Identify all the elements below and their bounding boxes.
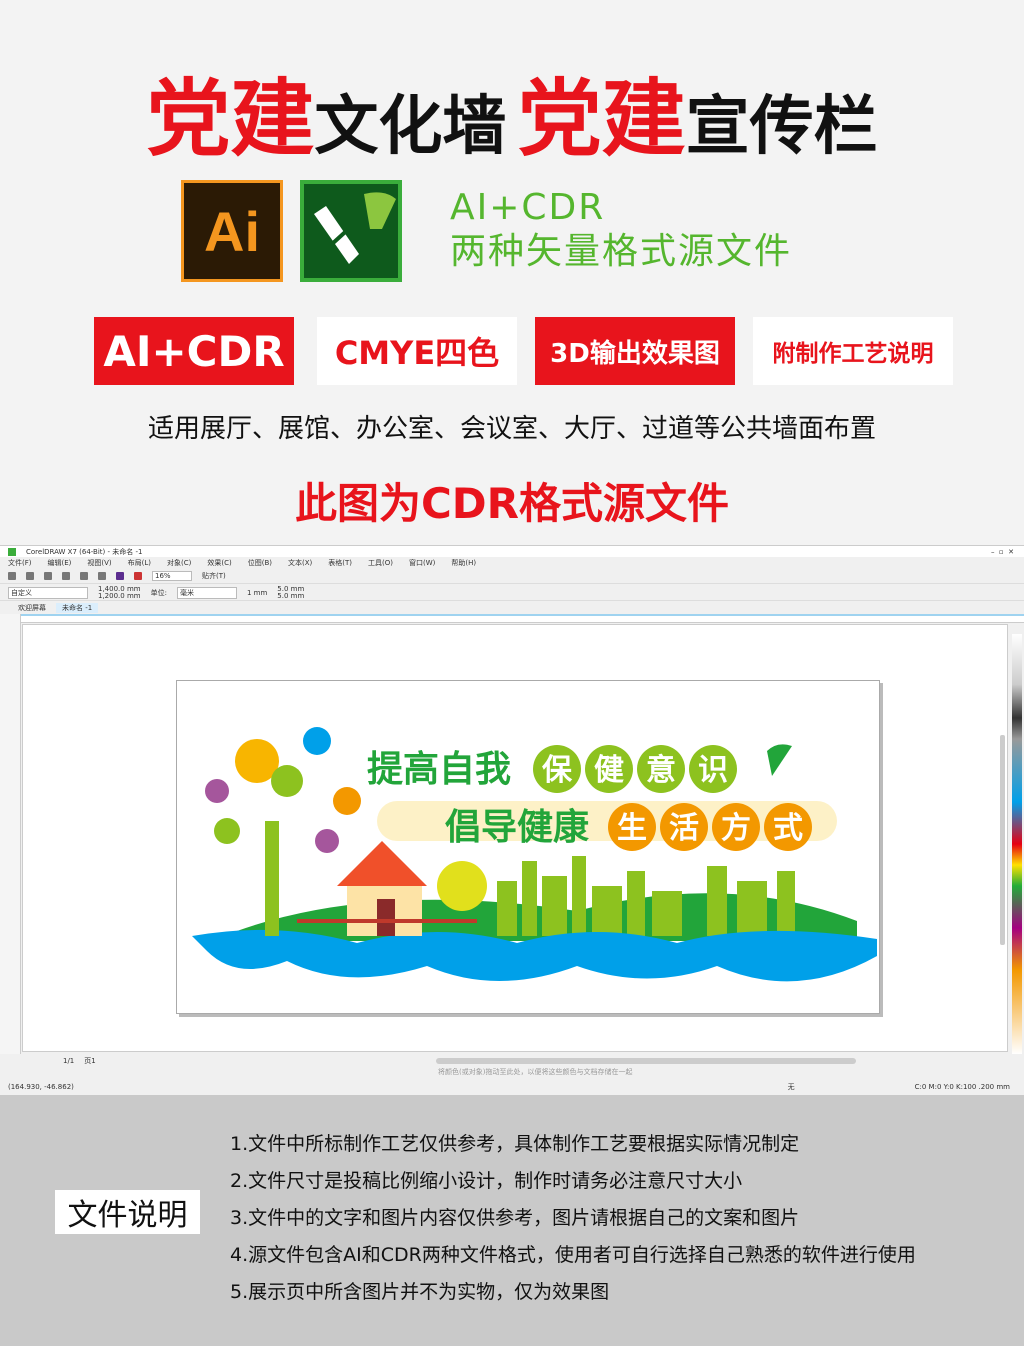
- unit-select[interactable]: 毫米: [176, 586, 237, 599]
- menu-object[interactable]: 对象(C): [167, 558, 191, 568]
- badge-3d: 3D输出效果图: [535, 317, 735, 385]
- format-info: AI+CDR 两种矢量格式源文件: [450, 186, 792, 274]
- new-icon[interactable]: [8, 572, 16, 580]
- undo-icon[interactable]: [80, 572, 88, 580]
- title-part: 宣传栏: [685, 90, 878, 164]
- corel-connect-icon[interactable]: [116, 572, 124, 580]
- open-icon[interactable]: [26, 572, 34, 580]
- palette-hint: 将颜色(或对象)拖动至此处，以便将这些颜色与文档存储在一起: [438, 1068, 633, 1076]
- menu-bar: 文件(F) 编辑(E) 视图(V) 布局(L) 对象(C) 效果(C) 位图(B) 文本(X)…: [0, 557, 1024, 569]
- cdr-note: 此图为CDR格式源文件: [294, 479, 730, 528]
- toolbox[interactable]: [0, 614, 21, 1054]
- format-line: AI+CDR: [450, 187, 606, 228]
- title-part: 文化墙: [314, 90, 507, 164]
- slogan-line2: 倡导健康: [445, 806, 589, 848]
- color-palette[interactable]: [1012, 634, 1022, 1054]
- standard-toolbar: 16% 贴齐(T): [0, 569, 1024, 584]
- drawing-page: 提高自我 保 健 意 识 倡导健康 生 活 方 式: [176, 680, 880, 1014]
- horizontal-ruler: [0, 614, 1024, 623]
- page-navigator: 1/1 页1: [0, 1056, 1024, 1066]
- print-icon[interactable]: [62, 572, 70, 580]
- slogan-char: 方: [721, 811, 751, 846]
- tab-document[interactable]: 未命名 -1: [56, 602, 99, 613]
- horizontal-scrollbar[interactable]: [435, 1058, 856, 1064]
- badge-ai-cdr: AI+CDR: [94, 317, 294, 385]
- property-bar: 自定义 1,400.0 mm 1,200.0 mm 单位: 毫米 1 mm 5.0…: [0, 585, 1024, 601]
- snap-menu[interactable]: 贴齐(T): [202, 571, 226, 581]
- menu-window[interactable]: 窗口(W): [409, 558, 435, 568]
- import-icon[interactable]: [134, 572, 142, 580]
- title-part: 党建: [146, 70, 315, 168]
- title-part: 党建: [517, 70, 686, 168]
- wall-artwork: 提高自我 保 健 意 识 倡导健康 生 活 方 式: [192, 727, 877, 982]
- menu-bitmaps[interactable]: 位图(B): [248, 558, 272, 568]
- fill-status: 无: [787, 1083, 795, 1091]
- ai-label: Ai: [204, 199, 260, 263]
- window-controls[interactable]: – ▫ ✕: [991, 548, 1014, 556]
- usage-text: 适用展厅、展馆、办公室、会议室、大厅、过道等公共墙面布置: [147, 414, 876, 444]
- slogan-char: 式: [773, 811, 803, 846]
- menu-table[interactable]: 表格(T): [328, 558, 352, 568]
- menu-help[interactable]: 帮助(H): [451, 558, 476, 568]
- slogan-char: 活: [669, 811, 699, 846]
- menu-edit[interactable]: 编辑(E): [48, 558, 72, 568]
- dup-y[interactable]: 5.0 mm: [277, 592, 304, 600]
- notes-list: 1.文件中所标制作工艺仅供参考，具体制作工艺要根据实际情况制定 2.文件尺寸是投…: [230, 1126, 916, 1311]
- coreldraw-icon: [300, 180, 402, 282]
- note-item: 4.源文件包含AI和CDR两种文件格式，使用者可自行选择自己熟悉的软件进行使用: [230, 1244, 916, 1266]
- file-description-label: 文件说明: [55, 1190, 200, 1234]
- vertical-scrollbar[interactable]: [1000, 735, 1005, 945]
- note-item: 5.展示页中所含图片并不为实物，仅为效果图: [230, 1281, 610, 1303]
- badge-craft: 附制作工艺说明: [753, 317, 953, 385]
- document-palette: 将颜色(或对象)拖动至此处，以便将这些颜色与文档存储在一起: [0, 1067, 1024, 1077]
- menu-file[interactable]: 文件(F): [8, 558, 32, 568]
- app-icon: [8, 547, 16, 556]
- window-title: CorelDRAW X7 (64-Bit) - 未命名 -1: [26, 547, 143, 556]
- menu-text[interactable]: 文本(X): [288, 558, 312, 568]
- slogan-char: 健: [594, 753, 624, 788]
- save-icon[interactable]: [44, 572, 52, 580]
- badge-cmyk: CMYE四色: [317, 317, 517, 385]
- menu-layout[interactable]: 布局(L): [128, 558, 151, 568]
- note-item: 2.文件尺寸是投稿比例缩小设计，制作时请务必注意尺寸大小: [230, 1170, 743, 1192]
- slogan-char: 意: [646, 753, 676, 788]
- slogan-char: 保: [542, 753, 573, 788]
- cursor-coords: (164.930, -46.862): [8, 1083, 74, 1091]
- menu-effects[interactable]: 效果(C): [207, 558, 231, 568]
- menu-view[interactable]: 视图(V): [87, 558, 111, 568]
- slogan-char: 生: [617, 811, 647, 846]
- menu-tools[interactable]: 工具(O): [368, 558, 393, 568]
- status-bar: (164.930, -46.862) 无 C:0 M:0 Y:0 K:100 .…: [0, 1081, 1024, 1093]
- adobe-illustrator-icon: Ai: [181, 180, 283, 282]
- page-count: 1/1: [63, 1057, 75, 1065]
- page-title: 党建文化墙 党建宣传栏: [0, 52, 1024, 173]
- page-height[interactable]: 1,200.0 mm: [98, 592, 141, 600]
- format-line: 两种矢量格式源文件: [450, 231, 793, 272]
- unit-label: 单位:: [150, 588, 167, 597]
- page-tab[interactable]: 页1: [84, 1056, 95, 1066]
- tab-welcome[interactable]: 欢迎屏幕: [18, 603, 46, 613]
- drawing-canvas[interactable]: 提高自我 保 健 意 识 倡导健康 生 活 方 式: [22, 624, 1008, 1052]
- outline-status: C:0 M:0 Y:0 K:100 .200 mm: [914, 1083, 1010, 1091]
- zoom-select[interactable]: 16%: [152, 571, 192, 581]
- page-preset-select[interactable]: 自定义: [8, 586, 88, 599]
- nudge-field[interactable]: 1 mm: [247, 589, 267, 597]
- document-tabs: 欢迎屏幕 未命名 -1: [0, 602, 1024, 613]
- note-item: 1.文件中所标制作工艺仅供参考，具体制作工艺要根据实际情况制定: [230, 1133, 800, 1155]
- slogan-line1: 提高自我: [367, 749, 511, 790]
- title-bar: CorelDRAW X7 (64-Bit) - 未命名 -1 – ▫ ✕: [0, 546, 1024, 557]
- note-item: 3.文件中的文字和图片内容仅供参考，图片请根据自己的文案和图片: [230, 1207, 800, 1229]
- coreldraw-window: CorelDRAW X7 (64-Bit) - 未命名 -1 – ▫ ✕ 文件(…: [0, 545, 1024, 1095]
- slogan-char: 识: [698, 753, 728, 788]
- redo-icon[interactable]: [98, 572, 106, 580]
